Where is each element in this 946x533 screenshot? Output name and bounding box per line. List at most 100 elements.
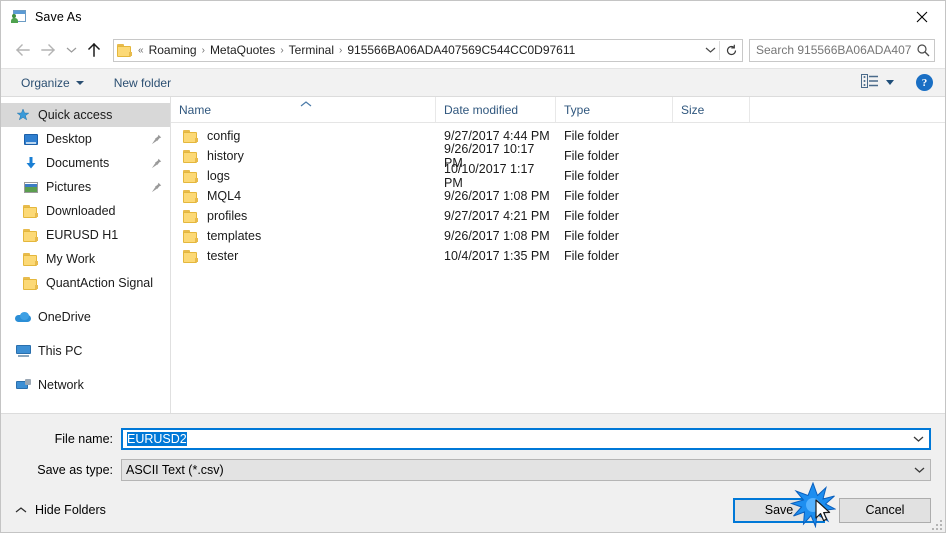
file-type-row: Save as type: ASCII Text (*.csv)	[1, 457, 945, 483]
breadcrumb-separator: ›	[339, 44, 343, 56]
table-row[interactable]: config 9/27/2017 4:44 PM File folder	[171, 126, 945, 146]
sidebar-item-documents[interactable]: Documents	[1, 151, 170, 175]
file-name-label: File name:	[54, 432, 113, 446]
column-header-label: Name	[179, 102, 212, 117]
sidebar-item-downloaded[interactable]: Downloaded	[1, 199, 170, 223]
file-name: profiles	[207, 209, 248, 223]
save-as-type-label: Save as type:	[37, 463, 113, 477]
search-input[interactable]: Search 915566BA06ADA40756...	[750, 43, 912, 57]
sidebar-item-quick-access[interactable]: Quick access	[1, 103, 170, 127]
table-row[interactable]: tester 10/4/2017 1:35 PM File folder	[171, 246, 945, 266]
recent-locations-chevron-icon[interactable]	[61, 37, 81, 63]
folder-icon	[23, 203, 39, 219]
this-pc-icon	[15, 343, 31, 359]
hide-folders-label: Hide Folders	[35, 503, 106, 517]
hide-folders-button[interactable]: Hide Folders	[11, 503, 106, 517]
back-arrow-icon[interactable]	[9, 37, 35, 63]
cancel-button[interactable]: Cancel	[839, 497, 931, 523]
breadcrumb-item-terminal[interactable]: Terminal	[289, 43, 334, 57]
resize-grip[interactable]	[930, 518, 942, 530]
file-name-cell: config	[171, 129, 436, 143]
file-name-cell: profiles	[171, 209, 436, 223]
sidebar-item-pictures[interactable]: Pictures	[1, 175, 170, 199]
pin-icon[interactable]	[151, 182, 162, 193]
file-name-cell: tester	[171, 249, 436, 263]
sidebar-item-network[interactable]: Network	[1, 373, 170, 397]
chevron-down-icon[interactable]	[907, 435, 929, 443]
file-name-cell: MQL4	[171, 189, 436, 203]
file-date: 10/4/2017 1:35 PM	[444, 249, 550, 263]
file-name: MQL4	[207, 189, 242, 203]
table-row[interactable]: profiles 9/27/2017 4:21 PM File folder	[171, 206, 945, 226]
chevron-down-icon	[886, 80, 894, 85]
file-rows: config 9/27/2017 4:44 PM File folder his…	[171, 123, 945, 413]
file-name-input[interactable]: EURUSD2	[121, 428, 931, 450]
help-button[interactable]: ?	[916, 74, 933, 91]
search-icon[interactable]	[912, 43, 934, 57]
monitor-icon	[23, 131, 39, 147]
forward-arrow-icon[interactable]	[35, 37, 61, 63]
sidebar-item-label: OneDrive	[38, 310, 91, 324]
sidebar-item-label: Desktop	[46, 132, 92, 146]
column-headers: Name Date modified Type Size	[171, 97, 945, 123]
table-row[interactable]: logs 10/10/2017 1:17 PM File folder	[171, 162, 945, 190]
column-header-date-modified[interactable]: Date modified	[436, 97, 556, 122]
up-arrow-icon[interactable]	[81, 37, 107, 63]
breadcrumb-item-roaming[interactable]: Roaming	[149, 43, 197, 57]
search-box[interactable]: Search 915566BA06ADA40756...	[749, 38, 935, 62]
sidebar-item-onedrive[interactable]: OneDrive	[1, 305, 170, 329]
sort-ascending-icon	[299, 97, 313, 111]
sidebar-item-label: My Work	[46, 252, 96, 266]
file-type: File folder	[564, 129, 619, 143]
pin-icon[interactable]	[151, 134, 162, 145]
column-header-name[interactable]: Name	[171, 97, 436, 122]
sidebar-item-this-pc[interactable]: This PC	[1, 339, 170, 363]
table-row[interactable]: templates 9/26/2017 1:08 PM File folder	[171, 226, 945, 246]
save-as-type-select[interactable]: ASCII Text (*.csv)	[121, 459, 931, 481]
folder-icon	[183, 189, 199, 203]
file-name: templates	[207, 229, 262, 243]
breadcrumb-overflow[interactable]: «	[133, 45, 149, 56]
file-type: File folder	[564, 209, 619, 223]
column-header-size[interactable]: Size	[673, 97, 750, 122]
address-dropdown-icon[interactable]	[701, 46, 719, 54]
table-row[interactable]: MQL4 9/26/2017 1:08 PM File folder	[171, 186, 945, 206]
pin-icon[interactable]	[151, 158, 162, 169]
file-date: 10/10/2017 1:17 PM	[444, 162, 535, 190]
save-form: File name: EURUSD2 Save as type: ASCII T…	[1, 413, 945, 488]
organize-button[interactable]: Organize	[15, 69, 90, 96]
save-button[interactable]: Save	[733, 497, 825, 523]
sidebar-item-label: Quick access	[38, 108, 113, 122]
address-bar[interactable]: « Roaming › MetaQuotes › Terminal › 9155…	[113, 38, 743, 62]
organize-label: Organize	[21, 75, 70, 90]
sidebar-item-label: This PC	[38, 344, 83, 358]
close-icon[interactable]	[899, 1, 945, 32]
sidebar-item-label: EURUSD H1	[46, 228, 119, 242]
save-as-type-value: ASCII Text (*.csv)	[126, 463, 224, 477]
folder-icon	[117, 43, 133, 57]
download-arrow-icon	[23, 155, 39, 171]
file-name-cell: logs	[171, 169, 436, 183]
new-folder-button[interactable]: New folder	[108, 69, 177, 96]
file-name-selected-text: EURUSD2	[127, 432, 187, 446]
breadcrumb-item-terminal-id[interactable]: 915566BA06ADA407569C544CC0D97611	[347, 43, 575, 57]
file-name: history	[207, 149, 244, 163]
refresh-icon[interactable]	[720, 44, 742, 57]
sidebar-item-desktop[interactable]: Desktop	[1, 127, 170, 151]
sidebar-item-my-work[interactable]: My Work	[1, 247, 170, 271]
chevron-down-icon[interactable]	[908, 466, 930, 474]
table-row[interactable]: history 9/26/2017 10:17 PM File folder	[171, 142, 945, 170]
pictures-icon	[23, 179, 39, 195]
breadcrumb[interactable]: « Roaming › MetaQuotes › Terminal › 9155…	[114, 43, 701, 57]
column-header-type[interactable]: Type	[556, 97, 673, 122]
file-name-cell: templates	[171, 229, 436, 243]
file-list-pane: Name Date modified Type Size config 9/27…	[171, 97, 945, 413]
onedrive-icon	[15, 309, 31, 325]
sidebar-item-quantaction-signal[interactable]: QuantAction Signal	[1, 271, 170, 295]
breadcrumb-item-metaquotes[interactable]: MetaQuotes	[210, 43, 275, 57]
file-name-value[interactable]: EURUSD2	[123, 432, 907, 446]
chevron-up-icon	[15, 506, 27, 514]
change-view-button[interactable]	[857, 69, 898, 96]
sidebar-item-eurusd-h1[interactable]: EURUSD H1	[1, 223, 170, 247]
file-date: 9/26/2017 1:08 PM	[444, 189, 550, 203]
